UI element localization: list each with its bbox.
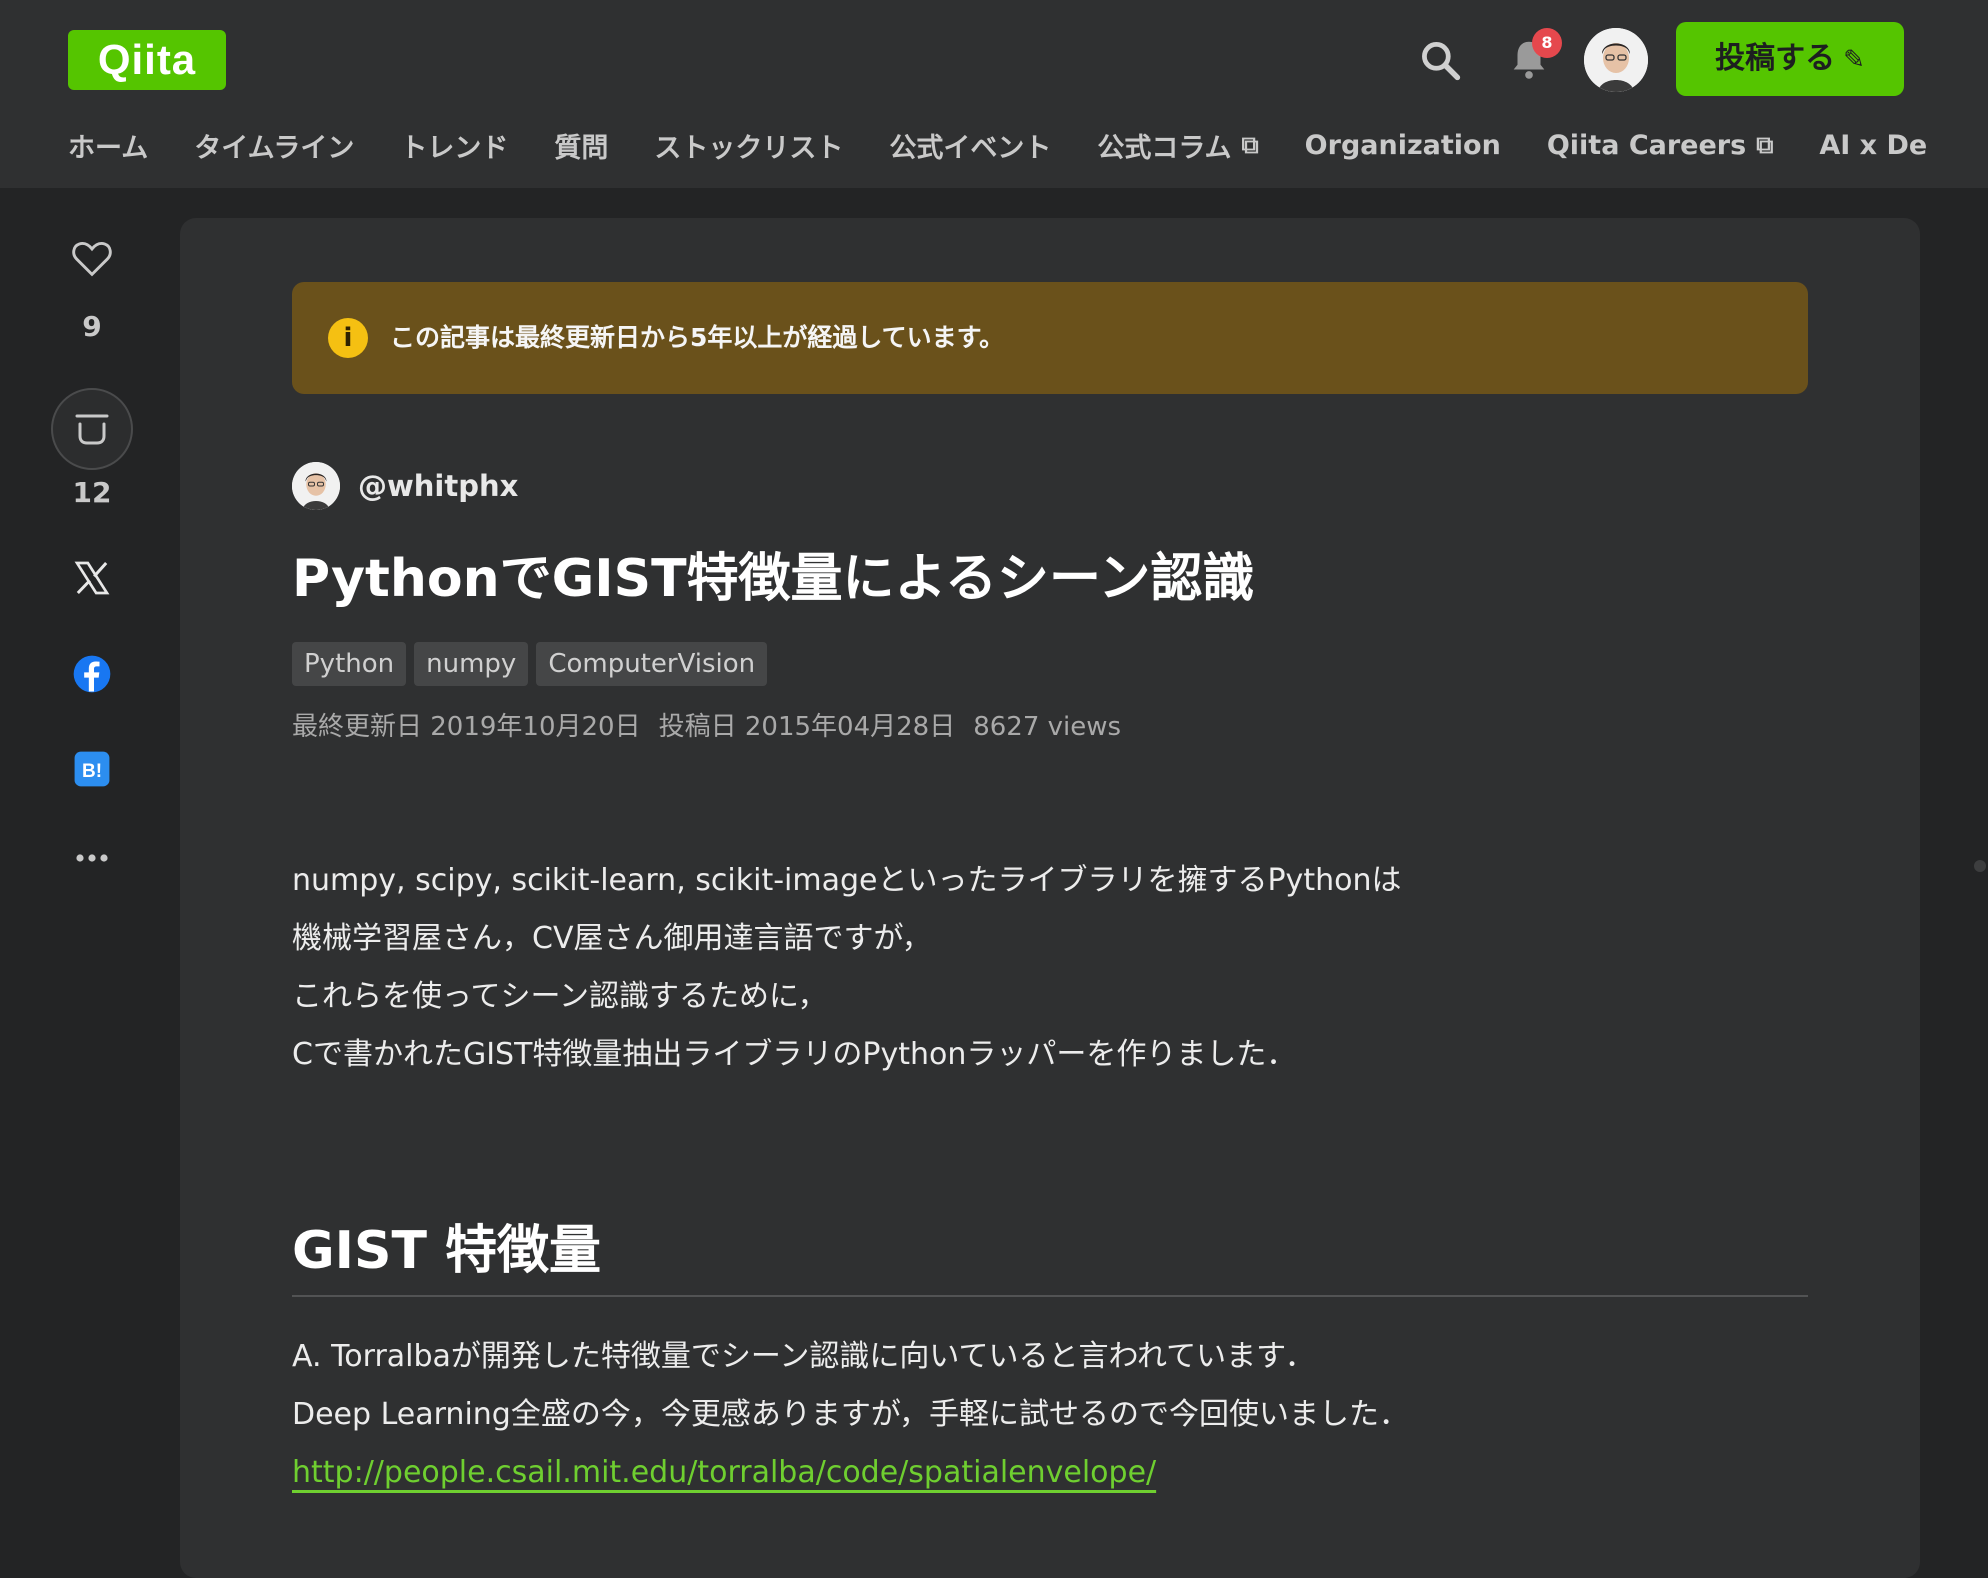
qiita-logo[interactable]: Qiita <box>68 30 226 90</box>
facebook-icon <box>73 655 111 693</box>
author[interactable]: @whitphx <box>292 462 518 510</box>
stock-icon <box>75 414 109 445</box>
x-logo-icon <box>74 561 110 595</box>
avatar-image <box>1584 28 1648 92</box>
nav-item-organization[interactable]: Organization <box>1305 122 1501 168</box>
nav-item-trend[interactable]: トレンド <box>400 122 508 168</box>
article-side-actions: 9 12 B! <box>0 188 180 1552</box>
article-title: PythonでGIST特徴量によるシーン認識 <box>292 549 1255 609</box>
post-button-label: 投稿する <box>1715 41 1836 76</box>
search-icon[interactable] <box>1418 38 1462 82</box>
user-avatar[interactable] <box>1584 28 1648 92</box>
stock-button-circle <box>51 388 133 470</box>
nav-item-official-column[interactable]: 公式コラム ⧉ <box>1097 122 1258 168</box>
nav-item-official-events[interactable]: 公式イベント <box>889 122 1051 168</box>
nav-label: AI x De <box>1819 129 1928 161</box>
tag-numpy[interactable]: numpy <box>414 642 529 686</box>
pencil-icon: ✎ <box>1843 45 1865 75</box>
section-paragraph: A. Torralbaが開発した特徴量でシーン認識に向いていると言われています．… <box>292 1328 1792 1502</box>
nav-item-qiita-careers[interactable]: Qiita Careers ⧉ <box>1547 122 1774 168</box>
updated-date: 最終更新日 2019年10月20日 <box>292 712 641 742</box>
share-facebook-button[interactable] <box>50 654 134 698</box>
nav-label: 質問 <box>554 132 609 164</box>
nav-item-home[interactable]: ホーム <box>68 122 148 168</box>
stock-count: 12 <box>72 476 112 509</box>
intro-line: numpy, scipy, scikit-learn, scikit-image… <box>292 863 1402 898</box>
external-link-icon: ⧉ <box>1756 131 1774 159</box>
nav-item-timeline[interactable]: タイムライン <box>194 122 354 168</box>
share-x-button[interactable] <box>50 558 134 602</box>
nav-label: 公式コラム <box>1097 132 1232 164</box>
nav-label: ストックリスト <box>654 132 844 164</box>
tag-python[interactable]: Python <box>292 642 407 686</box>
global-nav: ホーム タイムライン トレンド 質問 ストックリスト 公式イベント 公式コラム ⧉… <box>68 122 1988 168</box>
heart-icon <box>72 242 112 277</box>
author-name[interactable]: @whitphx <box>358 469 518 503</box>
nav-label: Qiita Careers <box>1546 129 1747 161</box>
tag-computervision[interactable]: ComputerVision <box>536 642 768 686</box>
scrollbar-indicator[interactable] <box>1974 860 1986 872</box>
post-button[interactable]: 投稿する ✎ <box>1676 22 1904 96</box>
external-link-icon: ⧉ <box>1241 131 1259 159</box>
view-count: 8627 views <box>973 712 1122 742</box>
nav-label: ホーム <box>68 132 149 164</box>
nav-item-stocklist[interactable]: ストックリスト <box>654 122 843 168</box>
intro-line: これらを使ってシーン認識するために， <box>292 979 828 1014</box>
nav-label: 公式イベント <box>889 132 1052 164</box>
section-line: Deep Learning全盛の今，今更感ありますが，手軽に試せるので今回使いま… <box>292 1397 1410 1432</box>
section-line: A. Torralbaが開発した特徴量でシーン認識に向いていると言われています． <box>292 1339 1315 1374</box>
more-options-button[interactable] <box>50 848 134 872</box>
stock-button[interactable] <box>50 388 134 470</box>
article-card: i この記事は最終更新日から5年以上が経過しています。 @whitphx Pyt… <box>180 218 1920 1578</box>
site-header: Qiita 8 投稿する ✎ ホーム タイムライン トレンド 質問 ストックリスト… <box>0 0 1988 188</box>
info-icon: i <box>328 318 368 358</box>
avatar-image <box>292 462 340 510</box>
intro-line: 機械学習屋さん，CV屋さん御用達言語ですが， <box>292 921 932 956</box>
intro-paragraph: numpy, scipy, scikit-learn, scikit-image… <box>292 852 1792 1084</box>
nav-item-ai-x-dev[interactable]: AI x De <box>1819 122 1927 168</box>
intro-line: Cで書かれたGIST特徴量抽出ライブラリのPythonラッパーを作りました． <box>292 1037 1297 1072</box>
like-button[interactable] <box>50 238 134 282</box>
section-heading: GIST 特徴量 <box>292 1208 1808 1297</box>
share-hatena-button[interactable]: B! <box>50 750 134 792</box>
author-avatar[interactable] <box>292 462 340 510</box>
notification-badge: 8 <box>1532 28 1562 58</box>
tag-list: Python numpy ComputerVision <box>292 642 768 686</box>
notice-text: この記事は最終更新日から5年以上が経過しています。 <box>390 323 1005 352</box>
spatial-envelope-link[interactable]: http://people.csail.mit.edu/torralba/cod… <box>292 1455 1156 1490</box>
article-meta: 最終更新日 2019年10月20日 投稿日 2015年04月28日 8627 vie… <box>292 706 1139 743</box>
outdated-notice: i この記事は最終更新日から5年以上が経過しています。 <box>292 282 1808 394</box>
nav-label: Organization <box>1304 129 1501 161</box>
hatena-bookmark-icon: B! <box>74 751 110 787</box>
nav-item-questions[interactable]: 質問 <box>554 122 608 168</box>
svg-text:B!: B! <box>82 761 102 782</box>
like-count: 9 <box>82 310 102 343</box>
more-dots-icon <box>76 854 108 862</box>
nav-label: タイムライン <box>194 132 355 164</box>
nav-label: トレンド <box>400 132 509 164</box>
posted-date: 投稿日 2015年04月28日 <box>658 712 956 742</box>
